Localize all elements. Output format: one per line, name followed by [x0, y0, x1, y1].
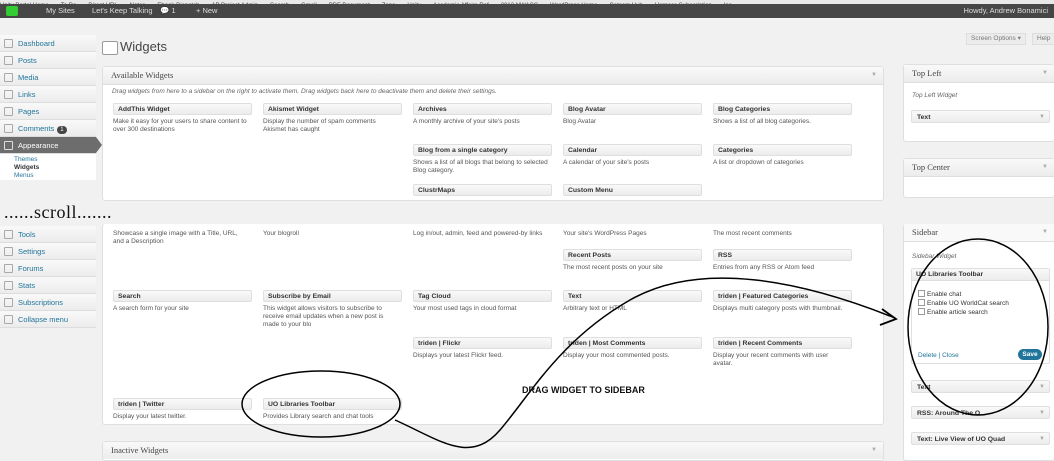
drop-target-circle — [907, 238, 1049, 416]
drag-arrow-head — [879, 308, 898, 326]
drag-arrow-line — [394, 277, 896, 449]
drag-instruction-label: DRAG WIDGET TO SIDEBAR — [522, 385, 645, 395]
drag-source-circle — [241, 370, 401, 438]
